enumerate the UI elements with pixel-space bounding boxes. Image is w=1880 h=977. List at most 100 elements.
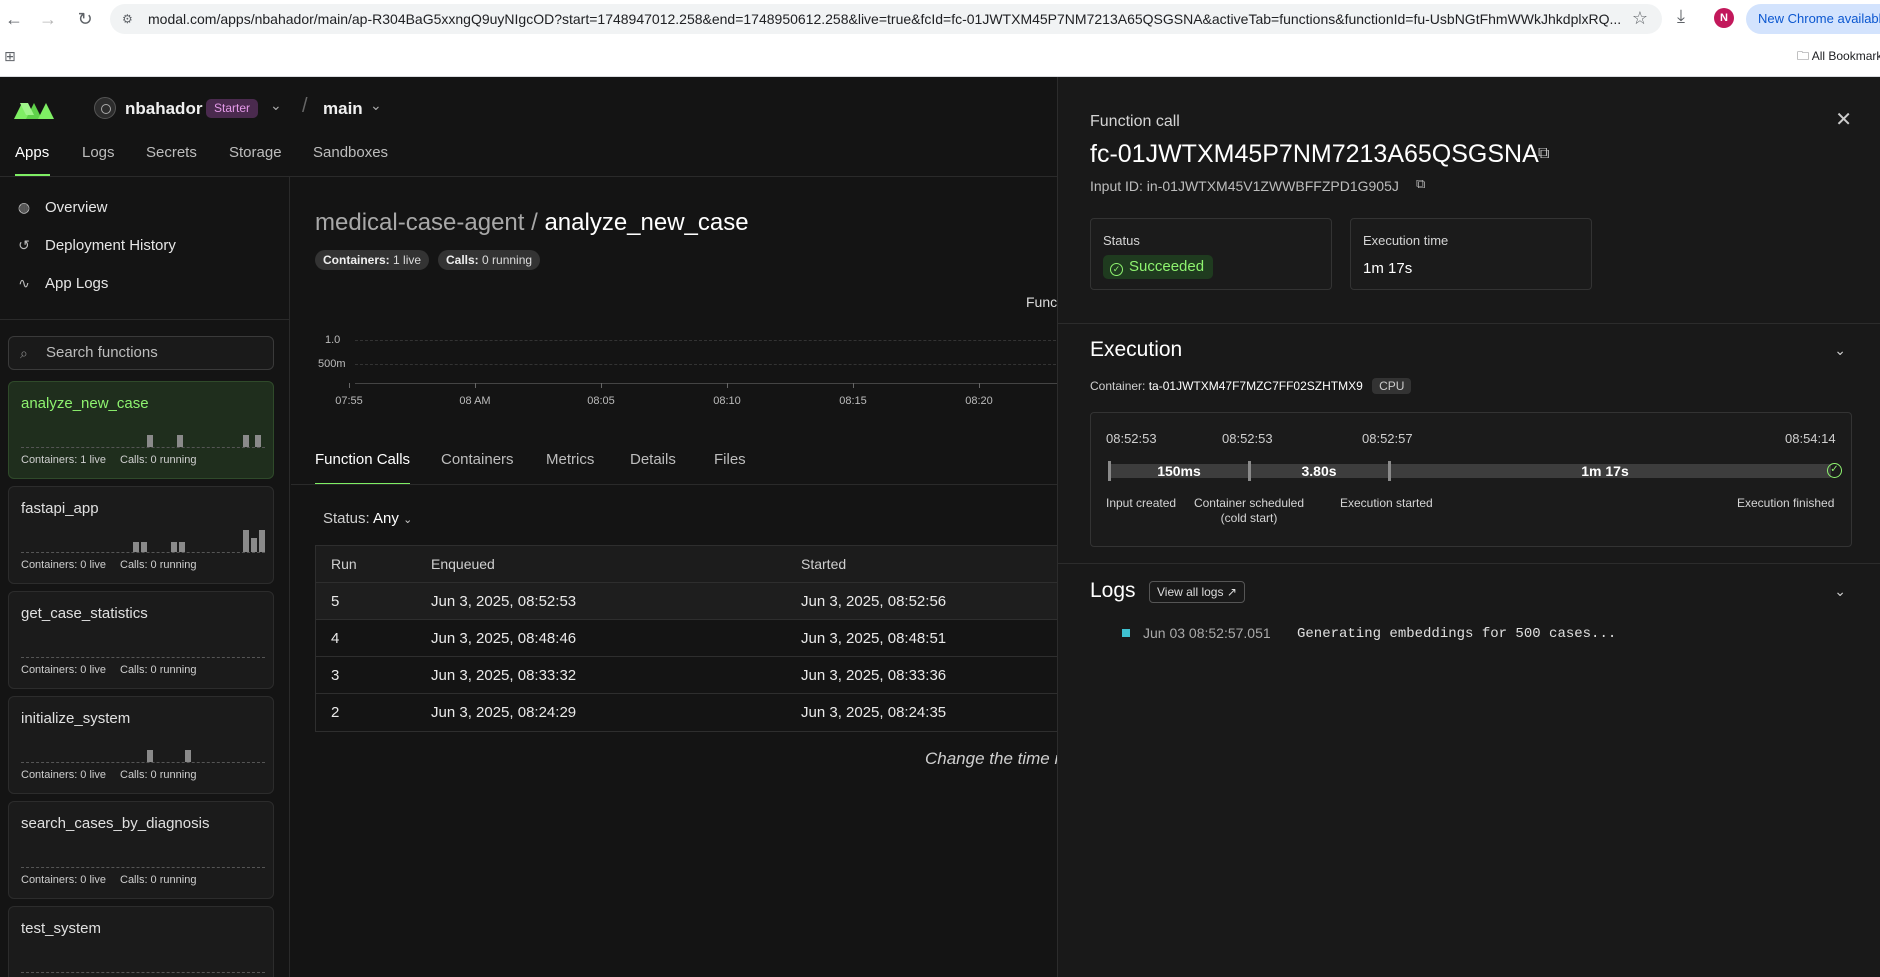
function-card-initialize-system[interactable]: initialize_system Containers: 0 live Call… (8, 696, 274, 794)
input-id: Input ID: in-01JWTXM45V1ZWWBFFZPD1G905J (1090, 178, 1399, 194)
folder-icon: 🗀 (1797, 49, 1810, 63)
tab-files[interactable]: Files (714, 451, 746, 468)
all-bookmarks-label: All Bookmarks (1811, 49, 1880, 63)
nav-storage[interactable]: Storage (229, 144, 282, 161)
function-call-panel: ✕ Function call fc-01JWTXM45P7NM7213A65Q… (1057, 77, 1880, 977)
tab-containers[interactable]: Containers (441, 451, 514, 468)
status-card: Status ✓ Succeeded (1090, 218, 1332, 290)
log-timestamp: Jun 03 08:52:57.051 (1143, 625, 1271, 641)
workspace-name[interactable]: nbahador (125, 99, 202, 119)
workspace-avatar[interactable] (94, 97, 116, 119)
run-cell: 3 (331, 667, 340, 684)
function-name: analyze_new_case (21, 395, 149, 412)
column-header-started[interactable]: Started (801, 556, 846, 572)
forward-icon[interactable]: → (36, 7, 60, 31)
chrome-update-button[interactable]: New Chrome available (1746, 4, 1880, 34)
nav-secrets[interactable]: Secrets (146, 144, 197, 161)
nav-sandboxes[interactable]: Sandboxes (313, 144, 388, 161)
execution-section-title[interactable]: Execution (1090, 338, 1182, 362)
function-stats: Containers: 0 live Calls: 0 running (21, 559, 196, 571)
external-link-icon: ↗ (1226, 585, 1237, 599)
timeline-marker (1248, 461, 1251, 481)
enqueued-cell: Jun 3, 2025, 08:33:32 (431, 667, 577, 684)
search-input[interactable] (46, 344, 266, 361)
url-text[interactable]: modal.com/apps/nbahador/main/ap-R304BaG5… (148, 11, 1628, 27)
address-bar[interactable]: ⚙ modal.com/apps/nbahador/main/ap-R304Ba… (110, 4, 1662, 34)
function-card-fastapi-app[interactable]: fastapi_app Containers: 0 live Calls: 0 r… (8, 486, 274, 584)
log-level-indicator (1122, 629, 1130, 637)
column-header-run[interactable]: Run (331, 556, 357, 572)
enqueued-cell: Jun 3, 2025, 08:52:53 (431, 593, 577, 610)
container-id[interactable]: ta-01JWTXM47F7MZC7FF02SZHTMX9 (1149, 379, 1363, 393)
copy-input-id-icon[interactable]: ⧉ (1416, 176, 1425, 192)
view-all-logs-button[interactable]: View all logs ↗ (1149, 581, 1245, 603)
status-badge: ✓ Succeeded (1103, 255, 1214, 279)
column-header-enqueued[interactable]: Enqueued (431, 556, 495, 572)
breadcrumb-app[interactable]: medical-case-agent (315, 209, 524, 236)
sidebar-item-deployment-history[interactable]: ↺ Deployment History (15, 237, 176, 259)
back-icon[interactable]: ← (2, 7, 26, 31)
function-search[interactable]: ⌕ (8, 336, 274, 370)
calls-stat: Calls: 0 running (120, 559, 197, 571)
nav-logs[interactable]: Logs (82, 144, 115, 161)
started-cell: Jun 3, 2025, 08:52:56 (801, 593, 947, 610)
tab-details[interactable]: Details (630, 451, 676, 468)
sidebar-item-label: App Logs (45, 275, 109, 292)
run-cell: 4 (331, 630, 340, 647)
function-card-analyze-new-case[interactable]: analyze_new_case Containers: 1 live Calls… (8, 381, 274, 479)
timeline-duration: 3.80s (1301, 463, 1337, 479)
site-info-icon[interactable]: ⚙ (122, 11, 138, 27)
status-value: Succeeded (1129, 258, 1205, 275)
environment-name[interactable]: main (323, 99, 363, 119)
activity-sparkline (21, 846, 265, 868)
reload-icon[interactable]: ↻ (73, 7, 97, 31)
chevron-down-icon: ⌄ (403, 514, 413, 526)
copy-icon[interactable]: ⧉ (1538, 145, 1549, 163)
chart-title: Func (1026, 294, 1058, 310)
nav-apps[interactable]: Apps (15, 144, 49, 161)
execution-chevron-down-icon[interactable]: ⌄ (1834, 342, 1846, 359)
all-bookmarks-button[interactable]: 🗀 All Bookmarks (1797, 47, 1880, 68)
logs-section-title[interactable]: Logs (1090, 579, 1136, 603)
function-card-test-system[interactable]: test_system (8, 906, 274, 977)
close-icon[interactable]: ✕ (1835, 107, 1852, 132)
tab-metrics[interactable]: Metrics (546, 451, 594, 468)
profile-avatar[interactable]: N (1714, 8, 1734, 28)
function-name: fastapi_app (21, 500, 99, 517)
activity-sparkline (21, 951, 265, 973)
table-row[interactable]: 4 Jun 3, 2025, 08:48:46 Jun 3, 2025, 08:… (316, 620, 1061, 657)
log-message: Generating embeddings for 500 cases... (1297, 626, 1617, 642)
status-filter[interactable]: Status: Any ⌄ (323, 510, 412, 527)
function-stats: Containers: 0 live Calls: 0 running (21, 664, 196, 676)
logs-chevron-down-icon[interactable]: ⌄ (1834, 583, 1846, 600)
status-filter-value: Any (373, 510, 399, 527)
x-tick (727, 383, 728, 388)
function-stats: Containers: 0 live Calls: 0 running (21, 874, 196, 886)
function-card-get-case-statistics[interactable]: get_case_statistics Containers: 0 live Ca… (8, 591, 274, 689)
bookmark-star-icon[interactable]: ☆ (1632, 8, 1648, 29)
download-icon[interactable]: ⤓ (1677, 6, 1685, 27)
containers-pill-value: 1 live (393, 253, 422, 267)
modal-logo-icon[interactable] (14, 97, 54, 119)
table-row[interactable]: 5 Jun 3, 2025, 08:52:53 Jun 3, 2025, 08:… (316, 583, 1061, 620)
timeline-marker (1388, 461, 1391, 481)
activity-sparkline (21, 426, 265, 448)
table-row[interactable]: 2 Jun 3, 2025, 08:24:29 Jun 3, 2025, 08:… (316, 694, 1061, 731)
timeline-timestamp: 08:52:53 (1222, 431, 1273, 446)
apps-grid-icon[interactable]: ⊞ (4, 48, 16, 65)
x-tick (349, 383, 350, 388)
function-name: get_case_statistics (21, 605, 148, 622)
table-row[interactable]: 3 Jun 3, 2025, 08:33:32 Jun 3, 2025, 08:… (316, 657, 1061, 694)
function-card-search-cases-by-diagnosis[interactable]: search_cases_by_diagnosis Containers: 0 … (8, 801, 274, 899)
environment-chevron-down-icon[interactable]: ⌄ (370, 97, 382, 114)
calls-pill: Calls: 0 running (438, 250, 541, 270)
calls-stat: Calls: 0 running (120, 664, 197, 676)
modal-app: nbahador Starter ⌄ / main ⌄ Apps Logs Se… (0, 77, 1880, 977)
tabs-divider (291, 484, 1061, 485)
containers-stat: Containers: 0 live (21, 664, 106, 676)
workspace-chevron-down-icon[interactable]: ⌄ (270, 97, 282, 114)
sidebar-item-app-logs[interactable]: ∿ App Logs (15, 275, 108, 297)
sidebar-item-overview[interactable]: ◍ Overview (15, 199, 108, 221)
tab-function-calls[interactable]: Function Calls (315, 451, 410, 468)
containers-stat: Containers: 0 live (21, 559, 106, 571)
